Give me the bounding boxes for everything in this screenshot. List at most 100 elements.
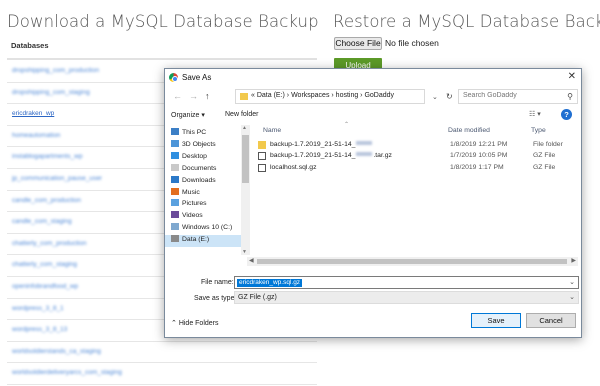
tree-item[interactable]: This PC [171, 128, 206, 140]
tree-item-label: Desktop [182, 152, 207, 160]
scroll-down-icon[interactable]: ▼ [242, 249, 247, 255]
tree-item[interactable]: Pictures [171, 199, 207, 211]
column-date-header[interactable]: Date modified [448, 127, 490, 134]
tree-item-label: This PC [182, 129, 207, 136]
file-date: 1/8/2019 1:17 PM [450, 163, 504, 171]
tree-item-icon [171, 139, 179, 147]
database-link[interactable]: ericdraken_wp [12, 110, 54, 117]
file-row[interactable]: backup-1.7.2019_21-51-14_ 1/8/2019 12:21 … [255, 140, 575, 151]
tree-item[interactable]: Windows 10 (C:) [171, 223, 232, 235]
tree-item[interactable]: Music [171, 187, 200, 200]
database-link[interactable]: instablogapartments_wp [12, 153, 82, 160]
file-row[interactable]: localhost.sql.gz 1/8/2019 1:17 PM GZ File [255, 163, 575, 174]
save-as-dialog: Save As ✕ ← → ↑ « Data (E:) › Workspaces… [164, 68, 582, 338]
tree-item-icon [171, 187, 179, 195]
database-link[interactable]: dropshipping_com_staging [12, 89, 90, 96]
file-type: GZ File [533, 152, 556, 160]
tree-item-label: Videos [182, 212, 203, 220]
file-type: File folder [533, 141, 563, 148]
file-name: localhost.sql.gz [270, 164, 316, 171]
save-as-type-value: GZ File (.gz) [238, 294, 277, 301]
help-icon[interactable]: ? [561, 109, 572, 120]
file-name-field[interactable]: ericdraken_wp.sql.gz ⌄ [234, 276, 579, 289]
back-arrow-icon[interactable]: ← [173, 91, 182, 101]
navigation-tree: This PC 3D Objects Desktop Documents Downloa… [165, 125, 245, 255]
scroll-right-icon[interactable]: ▶ [571, 257, 576, 264]
database-row: worldsoldierdeliveryarcs_com_staging [7, 363, 317, 385]
tree-item[interactable]: Desktop [171, 151, 207, 164]
search-input[interactable] [463, 92, 563, 99]
tree-item-icon [171, 175, 179, 183]
scroll-up-icon[interactable]: ▲ [242, 125, 247, 131]
folder-icon [258, 141, 266, 149]
chevron-down-icon[interactable]: ⌄ [569, 278, 575, 286]
column-name-header[interactable]: Name [263, 127, 281, 134]
refresh-icon[interactable]: ↻ [446, 92, 453, 101]
file-name-label: File name: [201, 279, 234, 286]
tree-item-icon [171, 151, 179, 159]
search-box[interactable]: ⚲ [458, 89, 578, 104]
choose-file-button[interactable]: Choose File [334, 37, 382, 50]
hide-folders-label: Hide Folders [178, 320, 219, 327]
dialog-title: Save As [182, 73, 212, 82]
database-link[interactable]: dropshipping_com_production [12, 67, 99, 74]
database-link[interactable]: chatterly_com_staging [12, 261, 77, 268]
file-date: 1/7/2019 10:05 PM [450, 152, 508, 160]
file-icon [258, 163, 266, 172]
chevron-down-icon[interactable]: ⌄ [569, 293, 575, 301]
scroll-left-icon[interactable]: ◀ [249, 257, 254, 264]
databases-header-label: Databases [11, 41, 49, 50]
file-row[interactable]: backup-1.7.2019_21-51-14_ .tar.gz 1/7/2019… [255, 151, 575, 162]
file-name-suffix: .tar.gz [373, 152, 392, 160]
database-link[interactable]: openinfobrandfood_wp [12, 283, 78, 290]
chevron-down-icon[interactable]: ⌄ [432, 93, 438, 101]
database-link[interactable]: worldsoldierdeliveryarcs_com_staging [12, 369, 122, 376]
tree-item-label: 3D Objects [182, 140, 216, 148]
tree-item-label: Documents [182, 164, 217, 172]
navigation-bar: ← → ↑ « Data (E:) › Workspaces › hosting… [165, 87, 581, 107]
save-as-type-select[interactable]: GZ File (.gz) ⌄ [234, 291, 579, 304]
close-icon[interactable]: ✕ [568, 71, 576, 82]
column-type-header[interactable]: Type [531, 127, 546, 134]
tree-item-icon [171, 211, 179, 219]
forward-arrow-icon[interactable]: → [189, 91, 198, 101]
database-link[interactable]: homeautomation [12, 132, 60, 139]
tree-item-label: Downloads [182, 176, 216, 184]
tree-item[interactable]: Videos [171, 211, 203, 223]
tree-item-icon [171, 199, 179, 207]
new-folder-button[interactable]: New folder [225, 111, 258, 118]
dialog-titlebar[interactable]: Save As ✕ [165, 69, 581, 87]
tree-item[interactable]: 3D Objects [171, 139, 216, 152]
cancel-button[interactable]: Cancel [526, 313, 576, 328]
horizontal-scroll-thumb[interactable] [257, 259, 567, 264]
folder-icon [240, 93, 248, 100]
download-heading: Download a MySQL Database Backup [7, 12, 319, 31]
horizontal-scrollbar[interactable]: ◀ ▶ [247, 257, 578, 266]
view-options-icon[interactable]: ☷ ▾ [529, 110, 541, 118]
database-link[interactable]: candle_com_production [12, 197, 81, 204]
tree-item-label: Data (E:) [182, 236, 210, 244]
tree-item[interactable]: Data (E:) [165, 235, 243, 248]
file-name-value[interactable]: ericdraken_wp.sql.gz [237, 279, 303, 287]
address-bar[interactable]: « Data (E:) › Workspaces › hosting › GoD… [235, 89, 425, 104]
tree-item[interactable]: Downloads [171, 175, 216, 188]
chrome-icon [169, 73, 178, 82]
database-link[interactable]: jp_communication_pause_user [12, 175, 102, 182]
database-link[interactable]: candle_com_staging [12, 218, 72, 225]
hide-folders-toggle[interactable]: ⌃ Hide Folders [171, 319, 219, 327]
database-link[interactable]: wordpress_3_8_1 [12, 305, 64, 312]
tree-item[interactable]: Documents [171, 163, 217, 176]
database-link[interactable]: chatterly_com_production [12, 240, 86, 247]
database-link[interactable]: worldsoldierstands_ca_staging [12, 348, 101, 355]
breadcrumb[interactable]: « Data (E:) › Workspaces › hosting › GoD… [251, 92, 394, 99]
save-as-type-label: Save as type: [194, 295, 237, 302]
organize-menu[interactable]: Organize ▾ [171, 111, 205, 119]
redacted-text [356, 141, 373, 145]
tree-scroll-thumb[interactable] [242, 135, 249, 183]
no-file-chosen-text: No file chosen [385, 38, 439, 48]
database-link[interactable]: wordpress_3_8_13 [12, 326, 67, 333]
tree-item-icon [171, 163, 179, 171]
tree-scrollbar[interactable]: ▲ ▼ [241, 125, 250, 255]
up-arrow-icon[interactable]: ↑ [205, 91, 210, 101]
save-button[interactable]: Save [471, 313, 521, 328]
